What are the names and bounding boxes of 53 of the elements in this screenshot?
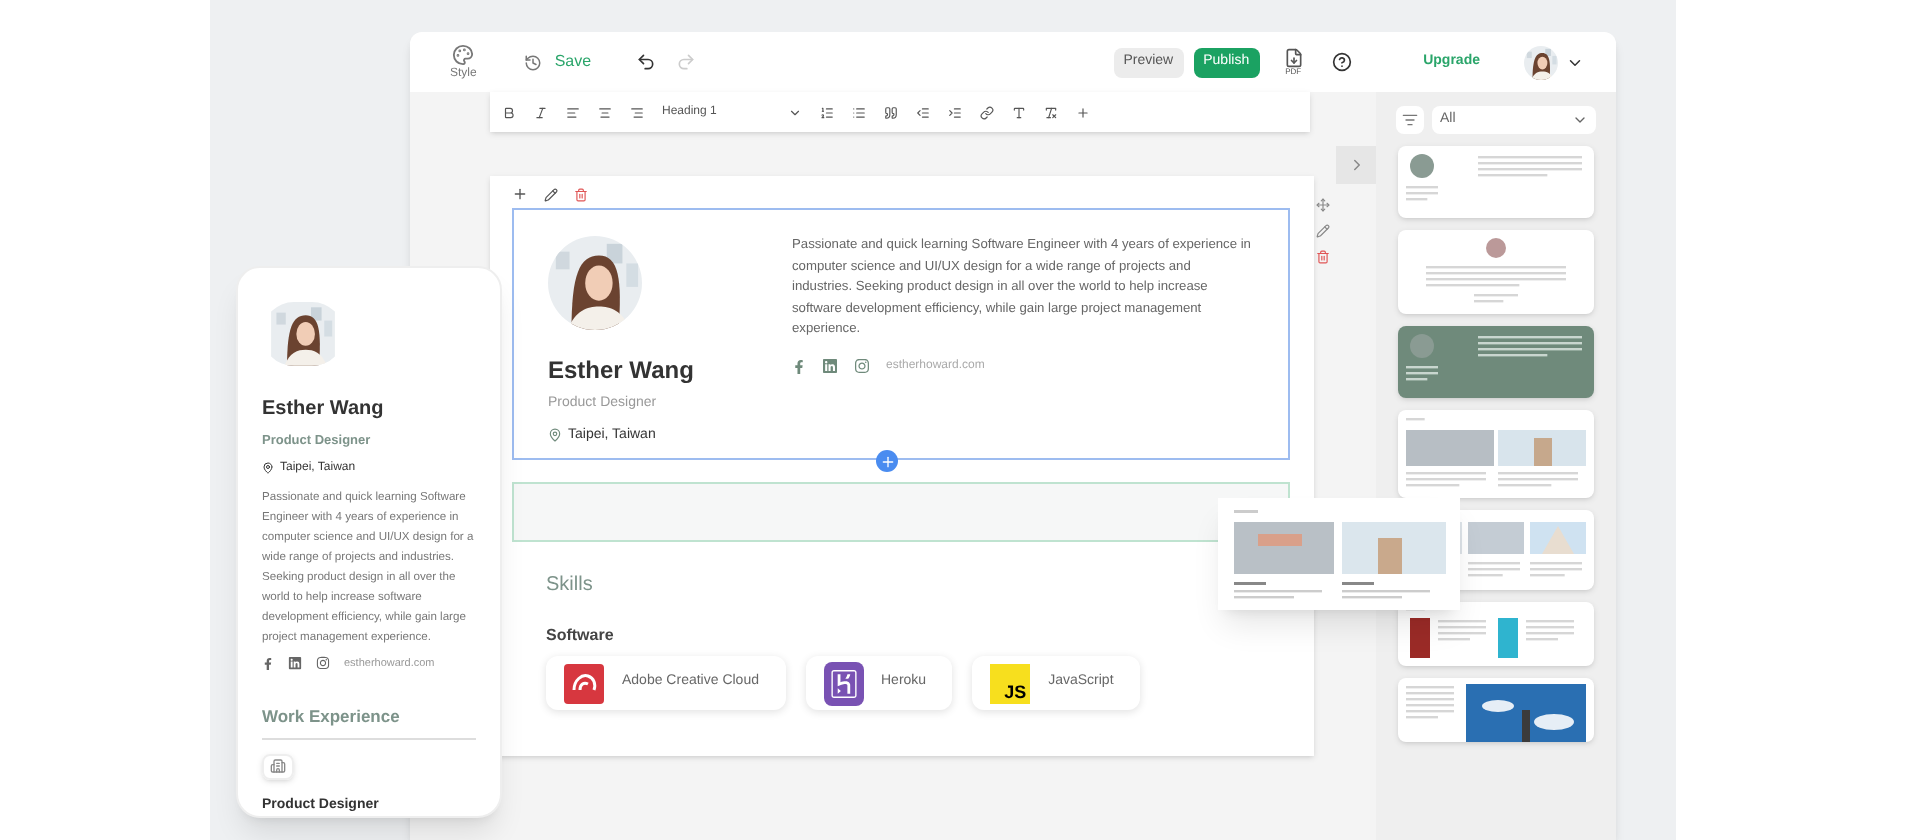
add-section-button[interactable]	[876, 450, 898, 472]
link-icon[interactable]	[980, 105, 994, 119]
chevron-down-icon	[1572, 112, 1588, 128]
template-thumbnail[interactable]	[1398, 230, 1594, 314]
javascript-logo: JS	[990, 663, 1031, 703]
quote-icon[interactable]	[884, 105, 898, 119]
plus-icon[interactable]	[1076, 105, 1090, 119]
instagram-icon[interactable]	[854, 358, 870, 374]
facebook-icon[interactable]	[792, 359, 806, 373]
instagram-icon[interactable]	[316, 656, 330, 671]
facebook-icon[interactable]	[262, 657, 274, 670]
profile-name: Esther Wang	[262, 395, 386, 424]
indent-icon[interactable]	[948, 105, 962, 119]
clear-format-icon[interactable]	[1044, 105, 1058, 119]
ordered-list-icon[interactable]	[820, 105, 834, 119]
filter-button[interactable]	[1396, 106, 1424, 134]
italic-icon[interactable]	[534, 105, 548, 119]
template-thumbnail[interactable]	[1398, 146, 1594, 218]
align-left-icon[interactable]	[566, 105, 580, 119]
trash-icon[interactable]	[574, 187, 588, 201]
move-icon[interactable]	[1316, 198, 1330, 212]
location-pin-icon	[262, 462, 274, 475]
bold-icon[interactable]	[502, 105, 516, 119]
filter-icon	[1402, 112, 1418, 128]
undo-icon[interactable]	[635, 52, 656, 72]
text-icon[interactable]	[1012, 105, 1026, 119]
header-block[interactable]	[512, 208, 1290, 460]
trash-icon[interactable]	[1316, 250, 1330, 264]
skills-heading: Skills	[546, 572, 595, 600]
plus-icon[interactable]	[512, 186, 528, 202]
resume-name: Esther Wang	[548, 354, 696, 388]
linkedin-icon[interactable]	[288, 656, 302, 671]
template-thumbnail[interactable]	[1398, 410, 1594, 498]
outdent-icon[interactable]	[916, 105, 930, 119]
template-thumbnail[interactable]	[1398, 602, 1594, 666]
save-button[interactable]: Save	[524, 50, 592, 74]
heroku-logo-icon	[823, 661, 863, 705]
section-heading: Work Experience	[262, 703, 476, 740]
cloud-logo-icon	[564, 663, 604, 703]
help-icon[interactable]	[1331, 52, 1352, 72]
template-thumbnail[interactable]	[1398, 678, 1594, 742]
location-pin-icon	[548, 428, 562, 443]
software-heading: Software	[546, 624, 616, 648]
template-thumbnail[interactable]	[1398, 326, 1594, 398]
pencil-icon[interactable]	[544, 187, 558, 201]
align-center-icon[interactable]	[598, 105, 612, 119]
history-icon	[524, 53, 543, 71]
chevron-down-icon	[788, 105, 802, 119]
linkedin-icon[interactable]	[822, 358, 838, 374]
align-right-icon[interactable]	[630, 105, 644, 119]
company-logo-icon	[262, 753, 294, 779]
pencil-icon[interactable]	[1316, 224, 1330, 238]
bullet-list-icon[interactable]	[852, 105, 866, 119]
